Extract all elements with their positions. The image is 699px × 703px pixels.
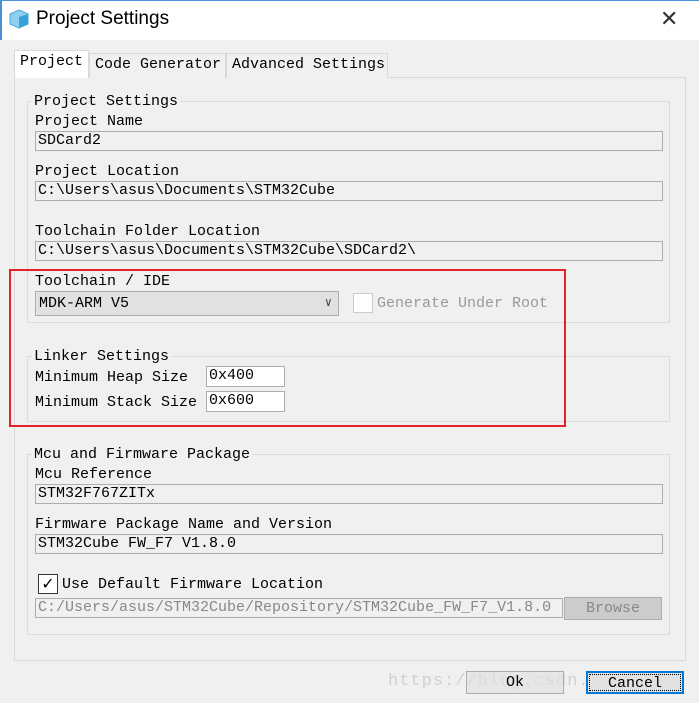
- browse-button[interactable]: Browse: [564, 597, 662, 620]
- cancel-button[interactable]: Cancel: [586, 671, 684, 694]
- close-icon[interactable]: ✕: [660, 6, 678, 32]
- highlight-box: [9, 269, 566, 427]
- mcu-reference-input[interactable]: STM32F767ZITx: [35, 484, 663, 504]
- project-name-label: Project Name: [35, 113, 144, 130]
- ok-button[interactable]: Ok: [466, 671, 564, 694]
- project-location-input[interactable]: C:\Users\asus\Documents\STM32Cube: [35, 181, 663, 201]
- toolchain-folder-label: Toolchain Folder Location: [35, 223, 261, 240]
- project-location-label: Project Location: [35, 163, 180, 180]
- group-legend: Mcu and Firmware Package: [32, 446, 253, 463]
- checkmark-icon: ✓: [41, 574, 55, 593]
- use-default-location-label: Use Default Firmware Location: [62, 576, 324, 593]
- tab-advanced-settings[interactable]: Advanced Settings: [226, 53, 388, 78]
- cube-icon: [9, 9, 29, 29]
- group-legend: Project Settings: [32, 93, 181, 110]
- toolchain-folder-input[interactable]: C:\Users\asus\Documents\STM32Cube\SDCard…: [35, 241, 663, 261]
- firmware-location-input[interactable]: C:/Users/asus/STM32Cube/Repository/STM32…: [35, 598, 563, 618]
- tab-code-generator[interactable]: Code Generator: [89, 53, 226, 78]
- project-name-input[interactable]: SDCard2: [35, 131, 663, 151]
- tab-project[interactable]: Project: [14, 50, 89, 78]
- mcu-reference-label: Mcu Reference: [35, 466, 153, 483]
- use-default-location-checkbox[interactable]: ✓: [38, 574, 58, 594]
- window-title: Project Settings: [36, 8, 170, 29]
- firmware-package-input[interactable]: STM32Cube FW_F7 V1.8.0: [35, 534, 663, 554]
- firmware-package-label: Firmware Package Name and Version: [35, 516, 333, 533]
